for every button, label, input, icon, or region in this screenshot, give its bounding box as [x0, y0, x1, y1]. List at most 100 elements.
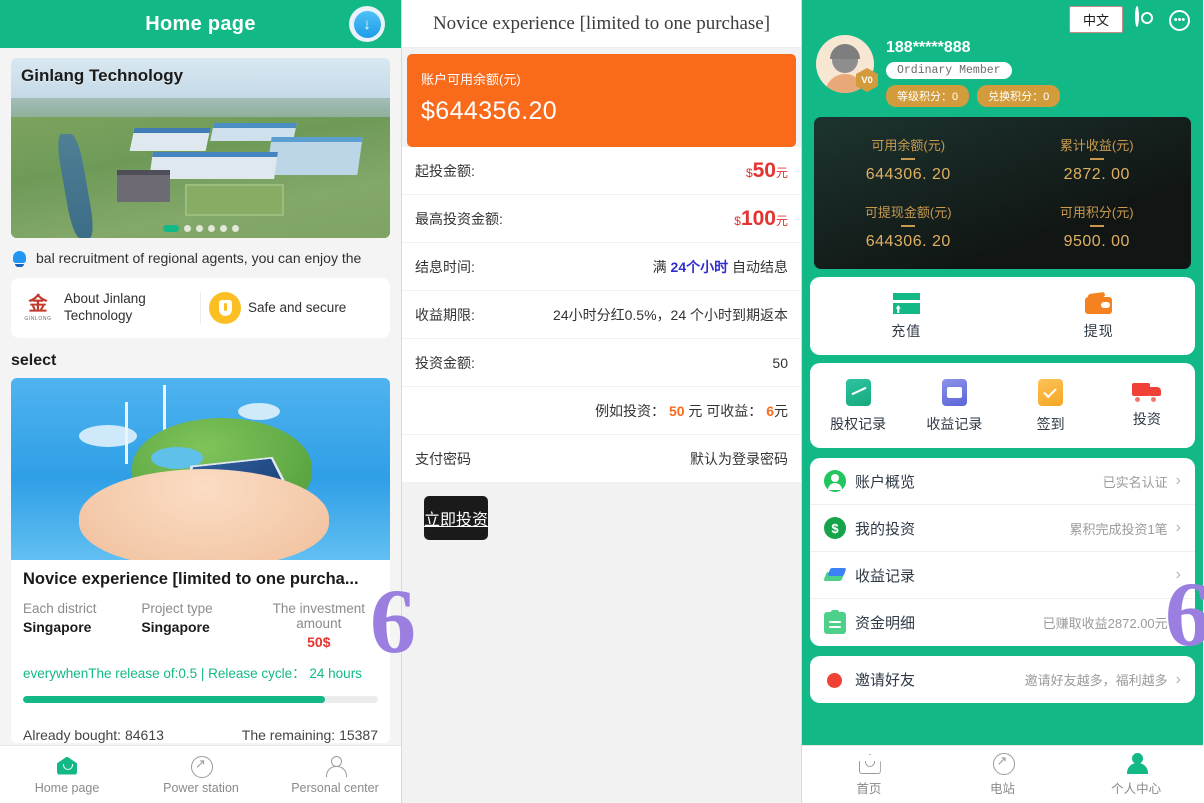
row-value: $ 100 元	[734, 207, 788, 231]
avatar[interactable]: V0	[816, 35, 878, 93]
menu-my-investment[interactable]: $ 我的投资 累积完成投资1笔 ›	[810, 505, 1195, 552]
section-title-select: select	[11, 352, 57, 369]
home-icon	[858, 752, 880, 774]
carousel-dot[interactable]	[219, 225, 227, 232]
tab-personal-center[interactable]: Personal center	[268, 746, 401, 803]
tab-label: Personal center	[291, 780, 379, 795]
menu-funds-detail[interactable]: 资金明细 已赚取收益2872.00元 ›	[810, 599, 1195, 646]
quick-label: 签到	[1036, 416, 1065, 432]
row-value: 例如投资： 50 元 可收益： 6元	[595, 401, 788, 421]
menu-account-overview[interactable]: 账户概览 已实名认证 ›	[810, 458, 1195, 505]
home-icon	[56, 755, 78, 777]
menu-right-text: 累积完成投资1笔	[1069, 521, 1168, 537]
profile-meta: 188*****888 Ordinary Member 等级积分：0 兑换积分：…	[886, 35, 1061, 107]
banner-building	[129, 128, 211, 152]
carousel-dot[interactable]	[231, 225, 239, 232]
profile-menu-secondary: 邀请好友 邀请好友越多，福利越多 ›	[810, 656, 1195, 703]
profile-phone: 188*****888	[886, 39, 971, 56]
exchange-points-badge: 兑换积分：0	[977, 85, 1061, 107]
stat-value: 644306. 20	[865, 233, 951, 250]
invest-now-button[interactable]: 立即投资	[424, 496, 489, 540]
chevron-right-icon: ›	[1175, 670, 1181, 688]
balance-label: 账户可用余额(元)	[421, 72, 521, 87]
stat-key: 累计收益(元)	[1059, 138, 1134, 153]
invest-page-title: Novice experience [limited to one purcha…	[432, 12, 771, 34]
quick-checkin[interactable]: 签到	[1003, 379, 1099, 434]
currency-symbol: $	[734, 213, 741, 228]
stat-withdrawable: 可提现金额(元) 644306. 20	[814, 202, 1003, 251]
info-item-about[interactable]: 金 GINLONG About Jinlang Technology	[11, 289, 200, 327]
tab-personal-center[interactable]: 个人中心	[1069, 746, 1203, 803]
withdraw-wallet-icon	[1085, 291, 1113, 314]
chevron-right-icon: ›	[1175, 519, 1181, 536]
investment-truck-icon	[1131, 379, 1162, 402]
tab-home[interactable]: 首页	[802, 746, 936, 803]
dollar-circle-icon: $	[824, 517, 846, 539]
banner-building	[266, 137, 363, 175]
gear-icon[interactable]	[1133, 5, 1157, 32]
power-station-icon	[190, 755, 213, 778]
example-prefix: 例如投资：	[595, 402, 669, 419]
stat-value: 2872. 00	[1063, 166, 1130, 183]
home-banner-carousel[interactable]: Ginlang Technology	[11, 58, 390, 238]
user-icon	[324, 755, 347, 777]
meta-value: 50$	[307, 634, 331, 650]
row-key: 收益期限:	[415, 306, 475, 323]
tab-label: Power station	[163, 780, 239, 795]
stat-value: 9500. 00	[1063, 233, 1130, 250]
quick-equity-record[interactable]: 股权记录	[810, 379, 906, 434]
action-recharge[interactable]: 充值	[810, 293, 1003, 341]
currency-symbol: $	[745, 165, 753, 180]
tab-station[interactable]: 电站	[936, 746, 1070, 803]
action-label: 提现	[1083, 323, 1114, 339]
row-value: $ 50 元	[746, 159, 788, 183]
invest-amount-input[interactable]: 50	[772, 355, 788, 371]
notice-bar[interactable]: bal recruitment of regional agents, you …	[11, 246, 390, 270]
product-meta-amount: The investment amount 50$	[260, 601, 378, 650]
language-button[interactable]: 中文	[1068, 6, 1123, 33]
tab-label: 电站	[990, 782, 1016, 796]
quick-grid-card: 股权记录 收益记录 签到 投资	[810, 363, 1195, 448]
menu-invite-friends[interactable]: 邀请好友 邀请好友越多，福利越多 ›	[810, 656, 1195, 703]
quick-investment[interactable]: 投资	[1099, 379, 1195, 434]
menu-label: 收益记录	[855, 567, 916, 585]
jinlang-logo-icon: 金 GINLONG	[19, 289, 57, 327]
jinlang-logo-sub: GINLONG	[24, 315, 52, 322]
info-item-safe[interactable]: Safe and secure	[200, 292, 390, 324]
info-item-label: About Jinlang Technology	[64, 291, 146, 323]
home-tabbar: Home page Power station Personal center	[0, 745, 401, 803]
action-label: 充值	[891, 323, 922, 339]
banner-building	[117, 169, 171, 202]
row-key: 起投金额:	[415, 162, 475, 179]
carousel-dot[interactable]	[162, 225, 179, 232]
profile-panel: 中文 ••• V0 188*****888 Ordinary Member 等级…	[802, 0, 1203, 803]
stat-available-points: 可用积分(元) 9500. 00	[1003, 202, 1192, 251]
menu-earnings-record[interactable]: 收益记录 ›	[810, 552, 1195, 599]
row-key: 投资金额:	[415, 354, 475, 371]
chevron-right-icon: ›	[1175, 566, 1181, 583]
stat-key: 可提现金额(元)	[864, 205, 952, 220]
tab-home-page[interactable]: Home page	[0, 746, 134, 803]
balance-card: 账户可用余额(元) $644356.20	[407, 54, 796, 147]
download-button[interactable]: ↓	[349, 6, 385, 42]
stats-card: 可用余额(元) 644306. 20 累计收益(元) 2872. 00 可提现金…	[814, 117, 1191, 269]
product-card[interactable]: Novice experience [limited to one purcha…	[11, 378, 390, 743]
pay-password-input[interactable]: 默认为登录密码	[690, 449, 788, 469]
action-withdraw[interactable]: 提现	[1003, 291, 1196, 341]
row-max-invest: 最高投资金额: $ 100 元	[402, 195, 801, 243]
carousel-dot[interactable]	[183, 225, 191, 232]
row-invest-amount[interactable]: 投资金额: 50	[402, 339, 801, 387]
meta-key: Each district	[23, 601, 97, 616]
row-pay-password[interactable]: 支付密码 默认为登录密码	[402, 435, 801, 483]
carousel-dot[interactable]	[207, 225, 215, 232]
info-card: 金 GINLONG About Jinlang Technology Safe …	[11, 278, 390, 338]
quick-earnings-record[interactable]: 收益记录	[906, 379, 1002, 434]
product-release-text: everywhenThe release of:0.5 | Release cy…	[23, 666, 362, 681]
carousel-dots[interactable]	[11, 225, 390, 232]
chat-bubble-icon[interactable]: •••	[1167, 8, 1191, 32]
product-meta-type: Project type Singapore	[141, 601, 259, 650]
row-profit-period: 收益期限: 24小时分红0.5%，24 个小时到期返本	[402, 291, 801, 339]
meta-key: The investment amount	[272, 601, 365, 631]
tab-power-station[interactable]: Power station	[134, 746, 268, 803]
carousel-dot[interactable]	[195, 225, 203, 232]
